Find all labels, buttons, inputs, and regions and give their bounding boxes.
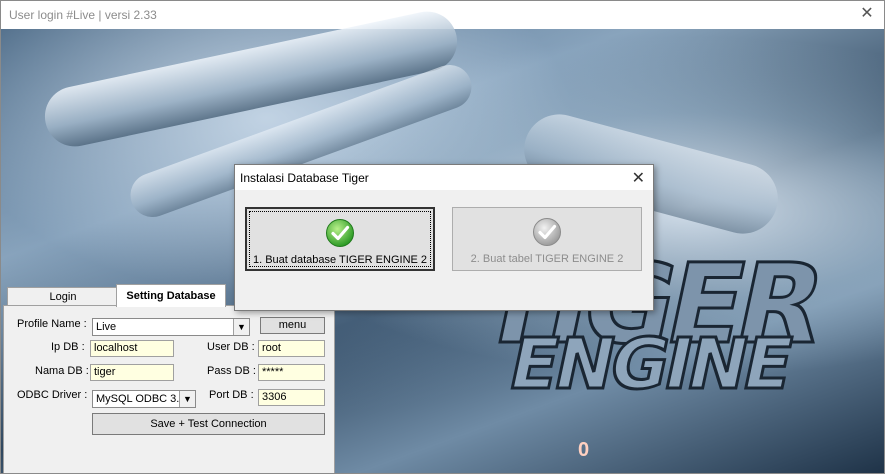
profile-value: Live [96,321,117,333]
create-database-button[interactable]: 1. Buat database TIGER ENGINE 2 [245,207,435,271]
nama-label: Nama DB : [35,365,89,377]
user-label: User DB : [207,341,255,353]
install-database-dialog: Instalasi Database Tiger ✕ 1. Buat datab… [234,164,654,311]
ip-label: Ip DB : [51,341,85,353]
odbc-label: ODBC Driver : [17,389,88,401]
green-check-icon [326,219,354,247]
login-window: User login #Live | versi 2.33 ✕ TIGER EN… [0,0,885,474]
chevron-down-icon[interactable]: ▼ [233,319,249,335]
odbc-value: MySQL ODBC 3.5 [96,393,186,405]
create-database-label: 1. Buat database TIGER ENGINE 2 [252,254,428,266]
port-field[interactable]: 3306 [258,389,325,406]
tab-login[interactable]: Login [7,287,119,307]
setting-database-form: Profile Name : Live ▼ menu Ip DB : local… [3,305,335,473]
menu-button[interactable]: menu [260,317,325,334]
port-label: Port DB : [209,389,254,401]
close-icon[interactable]: ✕ [632,168,645,188]
profile-select[interactable]: Live ▼ [92,318,250,336]
logo-line2: ENGINE [501,322,800,407]
chevron-down-icon[interactable]: ▼ [179,391,195,407]
settings-panel: Login Setting Database Profile Name : Li… [3,284,335,473]
dialog-title-bar: Instalasi Database Tiger ✕ [235,165,653,190]
dialog-title: Instalasi Database Tiger [240,171,369,185]
window-title: User login #Live | versi 2.33 [9,8,157,22]
tab-setting-database[interactable]: Setting Database [116,284,226,307]
pass-field[interactable]: ***** [258,364,325,381]
close-icon[interactable]: ✕ [858,5,876,23]
pass-label: Pass DB : [207,365,256,377]
profile-label: Profile Name : [17,318,87,330]
gray-check-icon [533,218,561,246]
progress-counter: 0 [578,439,590,461]
save-test-connection-button[interactable]: Save + Test Connection [92,413,325,435]
user-field[interactable]: root [258,340,325,357]
create-table-button[interactable]: 2. Buat tabel TIGER ENGINE 2 [452,207,642,271]
odbc-select[interactable]: MySQL ODBC 3.5 ▼ [92,390,196,408]
create-table-label: 2. Buat tabel TIGER ENGINE 2 [470,253,624,265]
ip-field[interactable]: localhost [90,340,174,357]
nama-field[interactable]: tiger [90,364,174,381]
